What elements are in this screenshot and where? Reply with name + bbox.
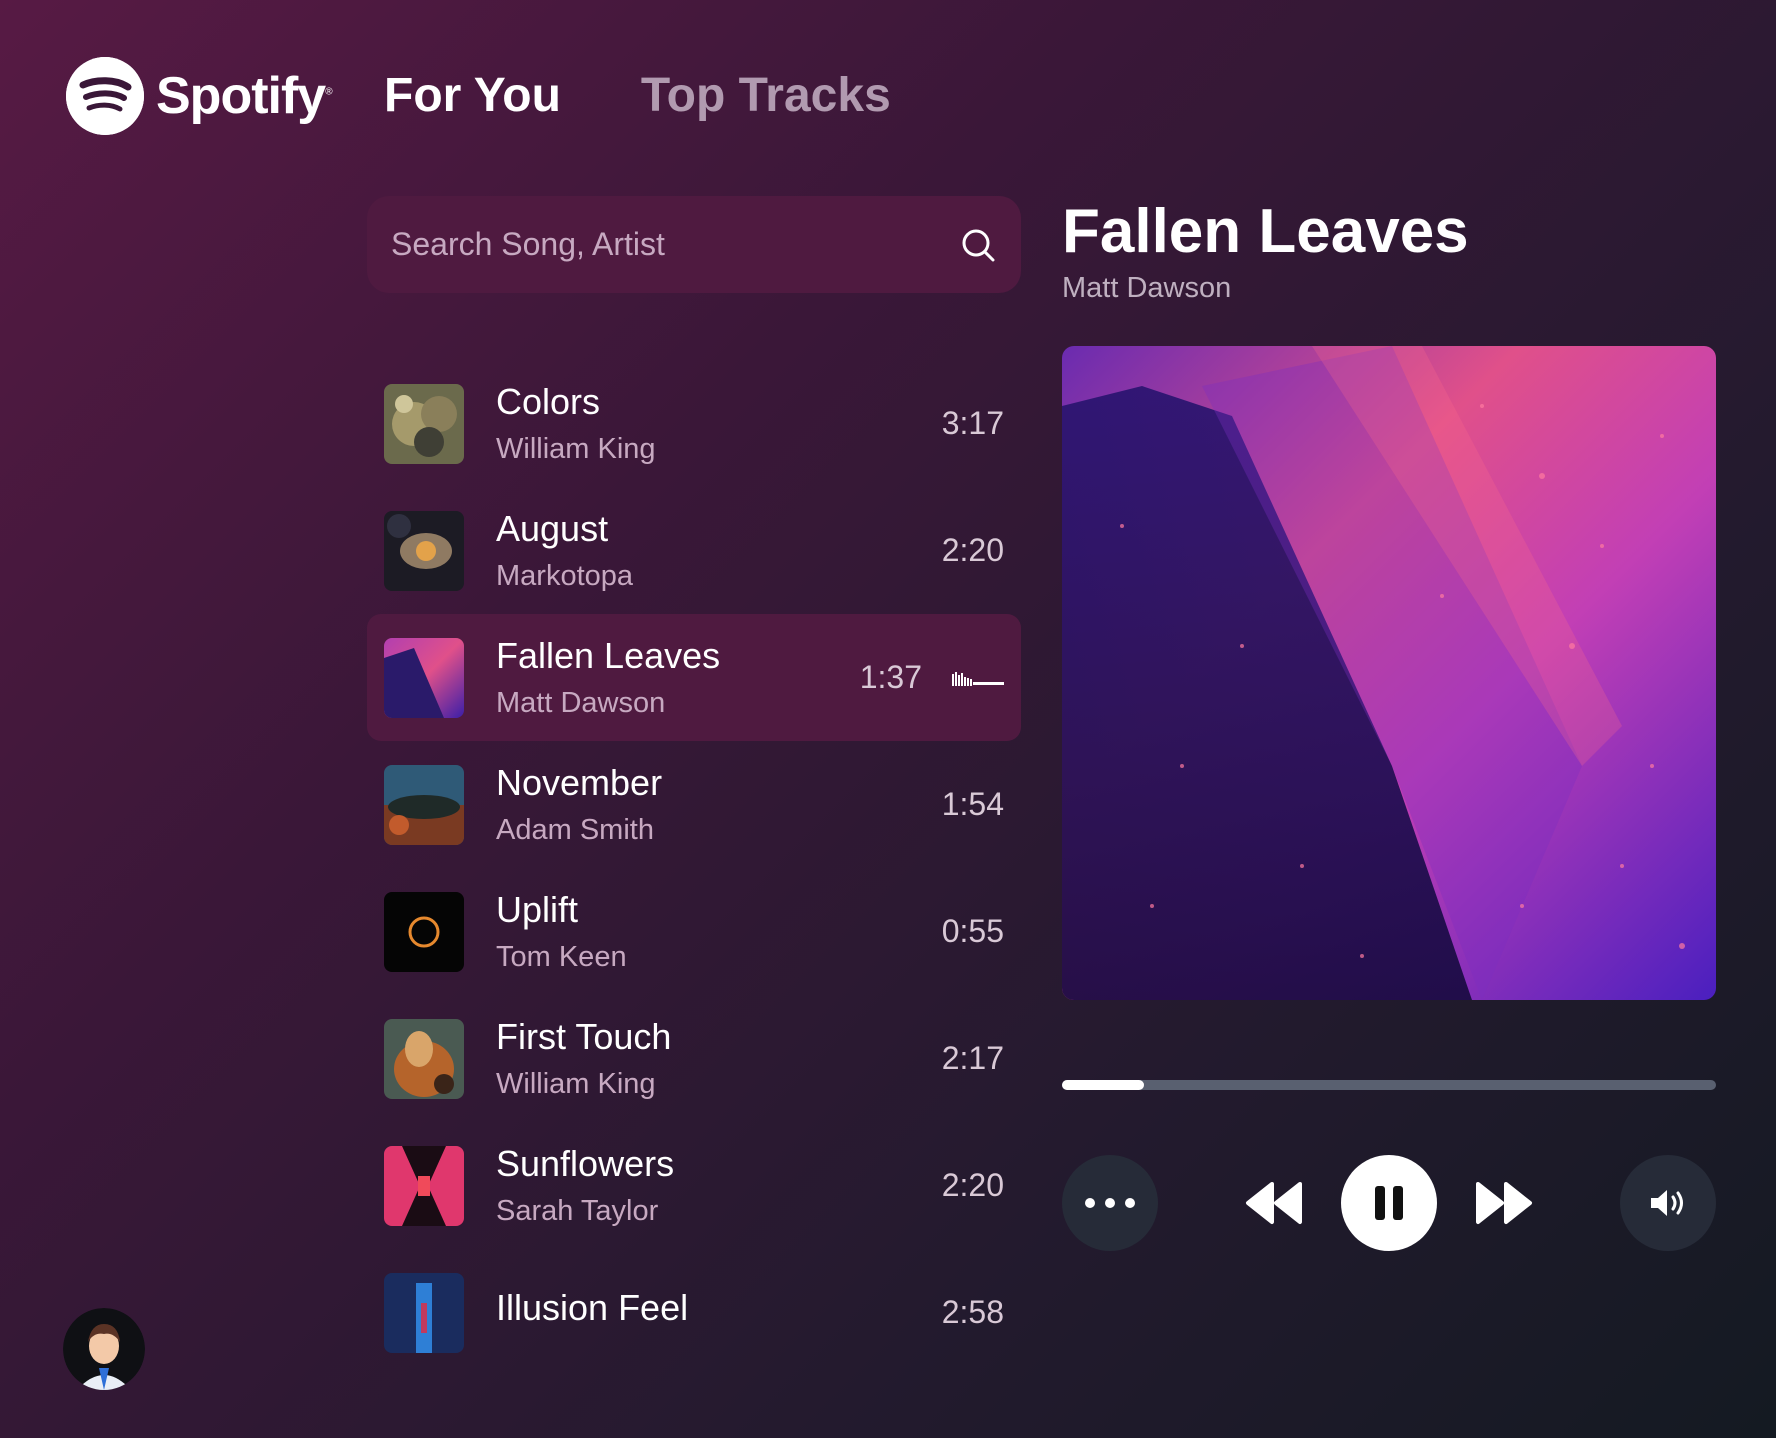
more-icon [1085,1198,1135,1208]
more-options-button[interactable] [1062,1155,1158,1251]
track-duration: 2:58 [941,1294,1004,1330]
volume-button[interactable] [1620,1155,1716,1251]
tab-top-tracks[interactable]: Top Tracks [641,68,891,123]
rewind-button[interactable] [1242,1173,1306,1233]
track-duration: 1:37 [859,659,922,695]
track-artist: Markotopa [496,560,634,592]
track-title: Sunflowers [496,1143,675,1184]
now-playing-title: Fallen Leaves [1062,197,1469,266]
track-artist: William King [496,433,656,465]
track-title: Illusion Feel [496,1286,689,1328]
album-thumbnail [384,637,464,718]
track-row[interactable]: Colors William King 3:17 [367,360,1021,487]
volume-icon [1651,1190,1683,1216]
track-row[interactable]: November Adam Smith 1:54 [367,741,1021,868]
track-row-playing[interactable]: Fallen Leaves Matt Dawson 1:37 [367,614,1021,741]
track-row[interactable]: Uplift Tom Keen 0:55 [367,868,1021,995]
search-icon[interactable] [959,226,997,264]
main-nav: For You Top Tracks [384,68,891,123]
tab-for-you[interactable]: For You [384,68,561,123]
track-list: Colors William King 3:17 August Markotop… [367,360,1021,1376]
track-duration: 2:17 [941,1040,1004,1076]
track-title: Uplift [496,889,579,930]
track-artist: Tom Keen [496,941,627,973]
track-row[interactable]: First Touch William King 2:17 [367,995,1021,1122]
fast-forward-button[interactable] [1472,1173,1536,1233]
track-duration: 1:54 [941,786,1004,822]
track-title: Fallen Leaves [496,635,721,676]
playback-progress-fill [1062,1080,1145,1090]
album-thumbnail [384,510,464,591]
track-artist: Adam Smith [496,814,654,846]
user-avatar[interactable] [63,1308,145,1390]
playback-progress-bar[interactable] [1062,1080,1716,1090]
track-duration: 2:20 [941,532,1004,568]
album-thumbnail [384,1018,464,1099]
album-thumbnail [384,891,464,972]
track-title: August [496,508,609,549]
track-artist: William King [496,1068,656,1100]
album-thumbnail [384,383,464,464]
track-title: November [496,762,663,803]
pause-icon [1375,1186,1403,1220]
track-row[interactable]: Sunflowers Sarah Taylor 2:20 [367,1122,1021,1249]
now-playing-artist: Matt Dawson [1062,272,1232,304]
fast-forward-icon [1476,1182,1532,1224]
equalizer-icon [952,671,1004,686]
spotify-logo[interactable]: Spotify® [66,57,333,135]
brand-name: Spotify® [156,67,333,125]
track-duration: 3:17 [941,405,1004,441]
track-artist: Matt Dawson [496,687,666,719]
player-controls [1062,1155,1716,1251]
search-input[interactable] [391,226,959,263]
track-artist: Sarah Taylor [496,1195,659,1227]
rewind-icon [1246,1182,1302,1224]
album-thumbnail [384,1272,464,1353]
track-duration: 0:55 [941,913,1004,949]
search-bar [367,196,1021,293]
spotify-logo-icon [66,57,144,135]
album-thumbnail [384,764,464,845]
track-duration: 2:20 [941,1167,1004,1203]
track-title: Colors [496,381,601,422]
album-art [1062,346,1716,1000]
track-title: First Touch [496,1016,672,1057]
track-row[interactable]: Illusion Feel 2:58 [367,1249,1021,1376]
track-row[interactable]: August Markotopa 2:20 [367,487,1021,614]
album-thumbnail [384,1145,464,1226]
pause-button[interactable] [1341,1155,1437,1251]
